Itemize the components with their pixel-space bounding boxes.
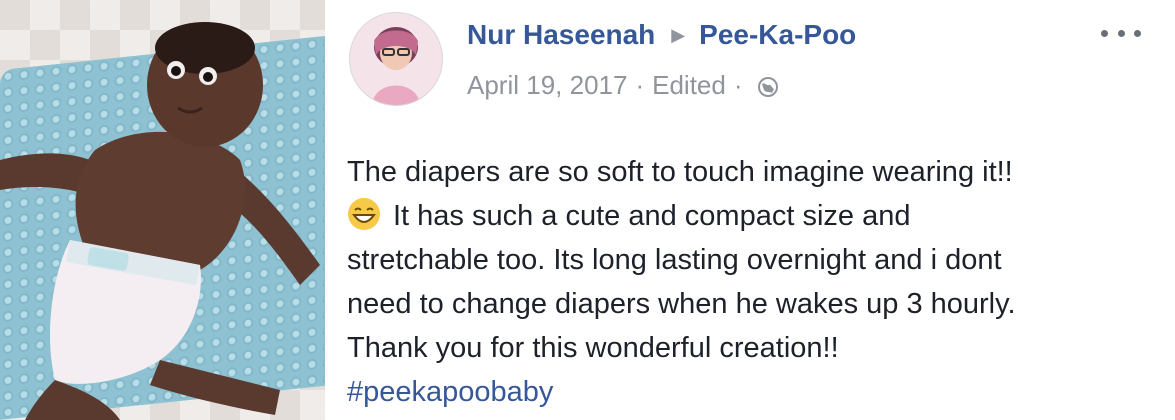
post-meta: April 19, 2017 · Edited · <box>467 66 779 104</box>
post-text-line: The diapers are so soft to touch imagine… <box>347 156 1013 188</box>
post-photo[interactable] <box>0 0 325 420</box>
more-options-icon[interactable] <box>1101 18 1141 48</box>
meta-separator: · <box>635 69 645 100</box>
post-text-line: stretchable too. Its long lasting overni… <box>347 244 1002 276</box>
facebook-post: Nur Haseenah ▶ Pee-Ka-Poo April 19, 2017… <box>325 0 1175 420</box>
globe-icon[interactable] <box>757 74 779 97</box>
avatar[interactable] <box>349 12 443 106</box>
post-text-line: need to change diapers when he wakes up … <box>347 288 1016 320</box>
hashtag-line: #peekapoobaby <box>347 370 1147 414</box>
grinning-face-icon <box>347 197 381 231</box>
baby-illustration <box>0 22 320 420</box>
page-link[interactable]: Pee-Ka-Poo <box>699 19 856 51</box>
hashtag-link[interactable]: #peekapoobaby <box>347 376 553 408</box>
post-text-line: Thank you for this wonderful creation!! <box>347 332 839 364</box>
post-text-line-content: It has such a cute and compact size and <box>393 200 911 232</box>
post-date[interactable]: April 19, 2017 <box>467 70 627 101</box>
post-header: Nur Haseenah ▶ Pee-Ka-Poo <box>467 14 856 56</box>
post-text-line: It has such a cute and compact size and <box>347 194 1147 238</box>
author-link[interactable]: Nur Haseenah <box>467 19 655 51</box>
meta-separator: · <box>733 69 743 100</box>
edited-label[interactable]: Edited <box>652 70 726 101</box>
post-text: The diapers are so soft to touch imagine… <box>347 150 1147 414</box>
share-arrow-icon: ▶ <box>671 24 686 45</box>
